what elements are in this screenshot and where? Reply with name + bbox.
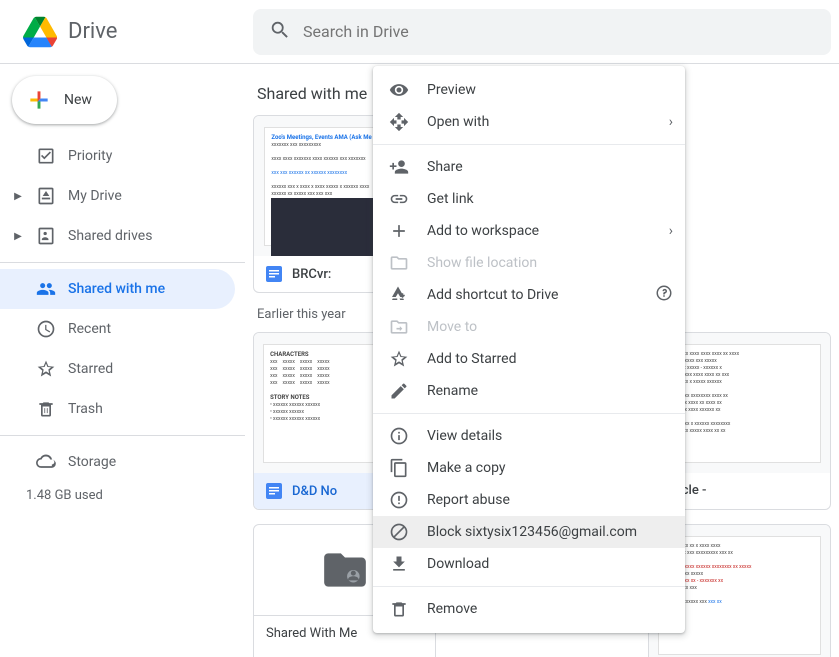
expand-icon[interactable]: ▶ xyxy=(12,191,24,202)
menu-reportabuse[interactable]: Report abuse xyxy=(373,484,685,516)
product-name: Drive xyxy=(68,19,117,44)
header: Drive xyxy=(0,0,839,64)
menu-moveto: Move to xyxy=(373,311,685,343)
menu-block[interactable]: Block sixtysix123456@gmail.com xyxy=(373,516,685,548)
chevron-right-icon: › xyxy=(669,114,673,130)
sidebar-item-trash[interactable]: Trash xyxy=(0,389,235,429)
search-icon xyxy=(269,19,291,45)
search-bar[interactable] xyxy=(253,9,831,55)
storage-used: 1.48 GB used xyxy=(0,488,245,503)
link-icon xyxy=(389,189,409,209)
menu-label: Show file location xyxy=(427,255,537,271)
menu-label: Add to Starred xyxy=(427,351,516,367)
folder-icon xyxy=(389,253,409,273)
context-menu: Preview Open with › Share Get link Add t… xyxy=(373,66,685,633)
cloud-icon xyxy=(34,452,58,472)
sidebar-item-starred[interactable]: Starred xyxy=(0,349,235,389)
nav-label: Storage xyxy=(68,454,116,470)
pencil-icon xyxy=(389,381,409,401)
expand-icon[interactable]: ▶ xyxy=(12,231,24,242)
menu-viewdetails[interactable]: View details xyxy=(373,420,685,452)
nav-label: Shared drives xyxy=(68,228,152,244)
drive-logo-icon xyxy=(20,12,60,52)
menu-openwith[interactable]: Open with › xyxy=(373,106,685,138)
file-title: D&D No xyxy=(292,484,337,499)
menu-label: Open with xyxy=(427,114,489,130)
menu-label: Report abuse xyxy=(427,492,510,508)
alert-icon xyxy=(389,490,409,510)
menu-share[interactable]: Share xyxy=(373,151,685,183)
menu-getlink[interactable]: Get link xyxy=(373,183,685,215)
star-icon xyxy=(389,349,409,369)
download-icon xyxy=(389,554,409,574)
drive-icon xyxy=(34,186,58,206)
menu-addshortcut[interactable]: Add shortcut to Drive xyxy=(373,279,685,311)
sidebar-item-sharedwithme[interactable]: Shared with me xyxy=(0,269,235,309)
logo-area[interactable]: Drive xyxy=(8,12,253,52)
trash-icon xyxy=(389,599,409,619)
nav-label: Trash xyxy=(68,401,103,417)
info-icon xyxy=(389,426,409,446)
menu-makecopy[interactable]: Make a copy xyxy=(373,452,685,484)
menu-label: Remove xyxy=(427,601,477,617)
menu-label: Add to workspace xyxy=(427,223,539,239)
clock-icon xyxy=(34,319,58,339)
nav-label: Shared with me xyxy=(68,281,165,297)
new-button-label: New xyxy=(64,92,92,108)
check-circle-icon xyxy=(34,146,58,166)
menu-label: Add shortcut to Drive xyxy=(427,287,558,303)
drive-add-icon xyxy=(389,285,409,305)
nav-label: Priority xyxy=(68,148,112,164)
menu-rename[interactable]: Rename xyxy=(373,375,685,407)
nav-label: Starred xyxy=(68,361,113,377)
chevron-right-icon: › xyxy=(669,223,673,239)
eye-icon xyxy=(389,80,409,100)
open-with-icon xyxy=(389,112,409,132)
menu-label: Make a copy xyxy=(427,460,506,476)
menu-label: Rename xyxy=(427,383,478,399)
sidebar-item-priority[interactable]: Priority xyxy=(0,136,235,176)
nav-label: Recent xyxy=(68,321,111,337)
menu-label: Share xyxy=(427,159,463,175)
move-icon xyxy=(389,317,409,337)
menu-label: Download xyxy=(427,556,489,572)
menu-preview[interactable]: Preview xyxy=(373,74,685,106)
people-icon xyxy=(34,279,58,299)
menu-label: Move to xyxy=(427,319,477,335)
search-input[interactable] xyxy=(303,22,815,41)
menu-addstarred[interactable]: Add to Starred xyxy=(373,343,685,375)
shared-drives-icon xyxy=(34,226,58,246)
nav-label: My Drive xyxy=(68,188,122,204)
help-icon[interactable] xyxy=(655,284,673,306)
new-button[interactable]: New xyxy=(12,76,117,124)
sidebar-item-shareddrives[interactable]: ▶ Shared drives xyxy=(0,216,235,256)
copy-icon xyxy=(389,458,409,478)
file-title: BRCvr: xyxy=(292,267,331,282)
menu-addworkspace[interactable]: Add to workspace › xyxy=(373,215,685,247)
plus-icon xyxy=(389,221,409,241)
trash-icon xyxy=(34,399,58,419)
star-icon xyxy=(34,359,58,379)
menu-remove[interactable]: Remove xyxy=(373,593,685,625)
menu-label: View details xyxy=(427,428,502,444)
menu-label: Block sixtysix123456@gmail.com xyxy=(427,524,637,540)
docs-icon xyxy=(266,266,282,282)
docs-icon xyxy=(266,483,282,499)
sidebar: New Priority ▶ My Drive ▶ Shared drives … xyxy=(0,64,245,657)
sidebar-item-storage[interactable]: Storage xyxy=(0,442,235,482)
person-add-icon xyxy=(389,157,409,177)
sidebar-item-mydrive[interactable]: ▶ My Drive xyxy=(0,176,235,216)
sidebar-item-recent[interactable]: Recent xyxy=(0,309,235,349)
menu-label: Get link xyxy=(427,191,474,207)
menu-download[interactable]: Download xyxy=(373,548,685,580)
block-icon xyxy=(389,522,409,542)
menu-showlocation: Show file location xyxy=(373,247,685,279)
menu-label: Preview xyxy=(427,82,476,98)
